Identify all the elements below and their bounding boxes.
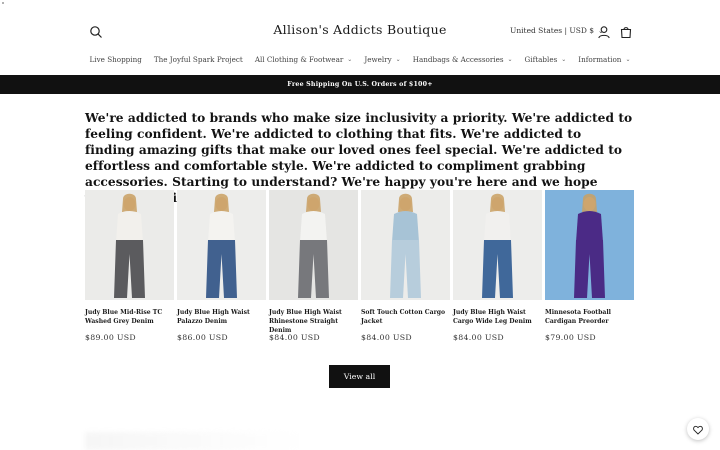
site-header: Allison's Addicts Boutique United States… bbox=[0, 0, 720, 75]
product-title[interactable]: Judy Blue High Waist Palazzo Denim bbox=[177, 308, 266, 326]
country-currency-selector[interactable]: United States | USD $ ⌄ bbox=[510, 26, 604, 35]
product-card[interactable]: Judy Blue High Waist Palazzo Denim $86.0… bbox=[177, 190, 266, 342]
product-card[interactable]: Soft Touch Cotton Cargo Jacket $84.00 US… bbox=[361, 190, 450, 342]
search-icon[interactable] bbox=[89, 24, 103, 38]
account-icon[interactable] bbox=[597, 24, 611, 39]
product-card[interactable]: Judy Blue High Waist Cargo Wide Leg Deni… bbox=[453, 190, 542, 342]
nav-item-handbags[interactable]: Handbags & Accessories ⌄ bbox=[413, 52, 513, 66]
main-navigation: Live Shopping The Joyful Spark Project A… bbox=[0, 52, 720, 66]
product-image[interactable] bbox=[453, 190, 542, 300]
product-card[interactable]: Minnesota Football Cardigan Preorder $79… bbox=[545, 190, 634, 342]
nav-item-label: Jewelry bbox=[364, 54, 392, 64]
brand-logo-text[interactable]: Allison's Addicts Boutique bbox=[240, 22, 480, 37]
announcement-bar: Free Shipping On U.S. Orders of $100+ bbox=[0, 75, 720, 94]
nav-item-joyful-spark[interactable]: The Joyful Spark Project bbox=[154, 52, 243, 66]
chat-button[interactable] bbox=[687, 418, 709, 440]
product-price: $79.00 USD bbox=[545, 333, 596, 342]
product-image[interactable] bbox=[361, 190, 450, 300]
locale-label: United States | USD $ bbox=[510, 26, 595, 35]
nav-item-label: Live Shopping bbox=[89, 54, 142, 64]
product-price: $89.00 USD bbox=[85, 333, 136, 342]
product-image[interactable] bbox=[177, 190, 266, 300]
nav-item-label: Information bbox=[578, 54, 622, 64]
product-price: $86.00 USD bbox=[177, 333, 228, 342]
nav-item-label: The Joyful Spark Project bbox=[153, 54, 243, 64]
product-title[interactable]: Judy Blue High Waist Rhinestone Straight… bbox=[269, 308, 358, 334]
nav-item-live-shopping[interactable]: Live Shopping bbox=[90, 52, 142, 66]
product-image[interactable] bbox=[269, 190, 358, 300]
chevron-down-icon: ⌄ bbox=[561, 55, 567, 63]
product-card[interactable]: Judy Blue Mid-Rise TC Washed Grey Denim … bbox=[85, 190, 174, 342]
view-all-button[interactable]: View all bbox=[329, 365, 390, 388]
product-card[interactable]: Judy Blue High Waist Rhinestone Straight… bbox=[269, 190, 358, 342]
nav-item-label: Giftables bbox=[524, 54, 558, 64]
product-grid: Judy Blue Mid-Rise TC Washed Grey Denim … bbox=[85, 190, 635, 342]
product-price: $84.00 USD bbox=[269, 333, 320, 342]
nav-item-label: All Clothing & Footwear bbox=[254, 54, 344, 64]
nav-item-all-clothing[interactable]: All Clothing & Footwear ⌄ bbox=[255, 52, 353, 66]
product-title[interactable]: Judy Blue Mid-Rise TC Washed Grey Denim bbox=[85, 308, 174, 326]
product-price: $84.00 USD bbox=[361, 333, 412, 342]
product-title[interactable]: Soft Touch Cotton Cargo Jacket bbox=[361, 308, 450, 326]
product-title[interactable]: Minnesota Football Cardigan Preorder bbox=[545, 308, 634, 326]
chat-icon bbox=[693, 420, 703, 439]
nav-item-label: Handbags & Accessories bbox=[412, 54, 504, 64]
chevron-down-icon: ⌄ bbox=[347, 55, 353, 63]
product-title[interactable]: Judy Blue High Waist Cargo Wide Leg Deni… bbox=[453, 308, 542, 326]
nav-item-information[interactable]: Information ⌄ bbox=[578, 52, 630, 66]
chevron-down-icon: ⌄ bbox=[625, 55, 631, 63]
chevron-down-icon: ⌄ bbox=[507, 55, 513, 63]
cart-icon[interactable] bbox=[619, 24, 633, 39]
product-price: $84.00 USD bbox=[453, 333, 504, 342]
product-image[interactable] bbox=[85, 190, 174, 300]
chevron-down-icon: ⌄ bbox=[395, 55, 401, 63]
nav-item-giftables[interactable]: Giftables ⌄ bbox=[525, 52, 567, 66]
product-image[interactable] bbox=[545, 190, 634, 300]
next-section-image-preview bbox=[85, 432, 305, 450]
nav-item-jewelry[interactable]: Jewelry ⌄ bbox=[364, 52, 400, 66]
